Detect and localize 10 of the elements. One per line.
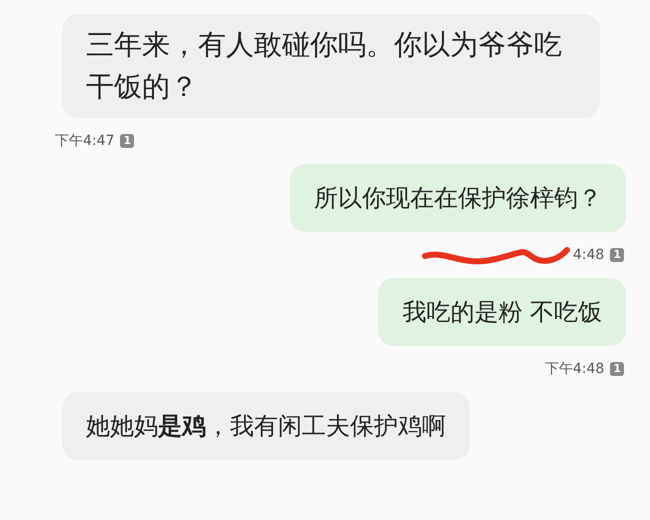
timestamp: 4:48 (572, 247, 604, 263)
message-bubble: 我吃的是粉 不吃饭 (378, 278, 626, 346)
sim-badge: 1 (610, 362, 624, 376)
timestamp: 下午4:48 (544, 360, 604, 378)
message-bubble: 三年来，有人敢碰你吗。你以为爷爷吃干饭的？ (62, 14, 600, 118)
message-bubble: 她她妈是鸡，我有闲工夫保护鸡啊 (62, 392, 470, 460)
timestamp: 下午4:47 (55, 132, 114, 150)
sim-badge: 1 (120, 134, 134, 148)
sim-badge: 1 (610, 248, 624, 262)
message-bubble: 所以你现在在保护徐梓钧？ (290, 164, 626, 232)
